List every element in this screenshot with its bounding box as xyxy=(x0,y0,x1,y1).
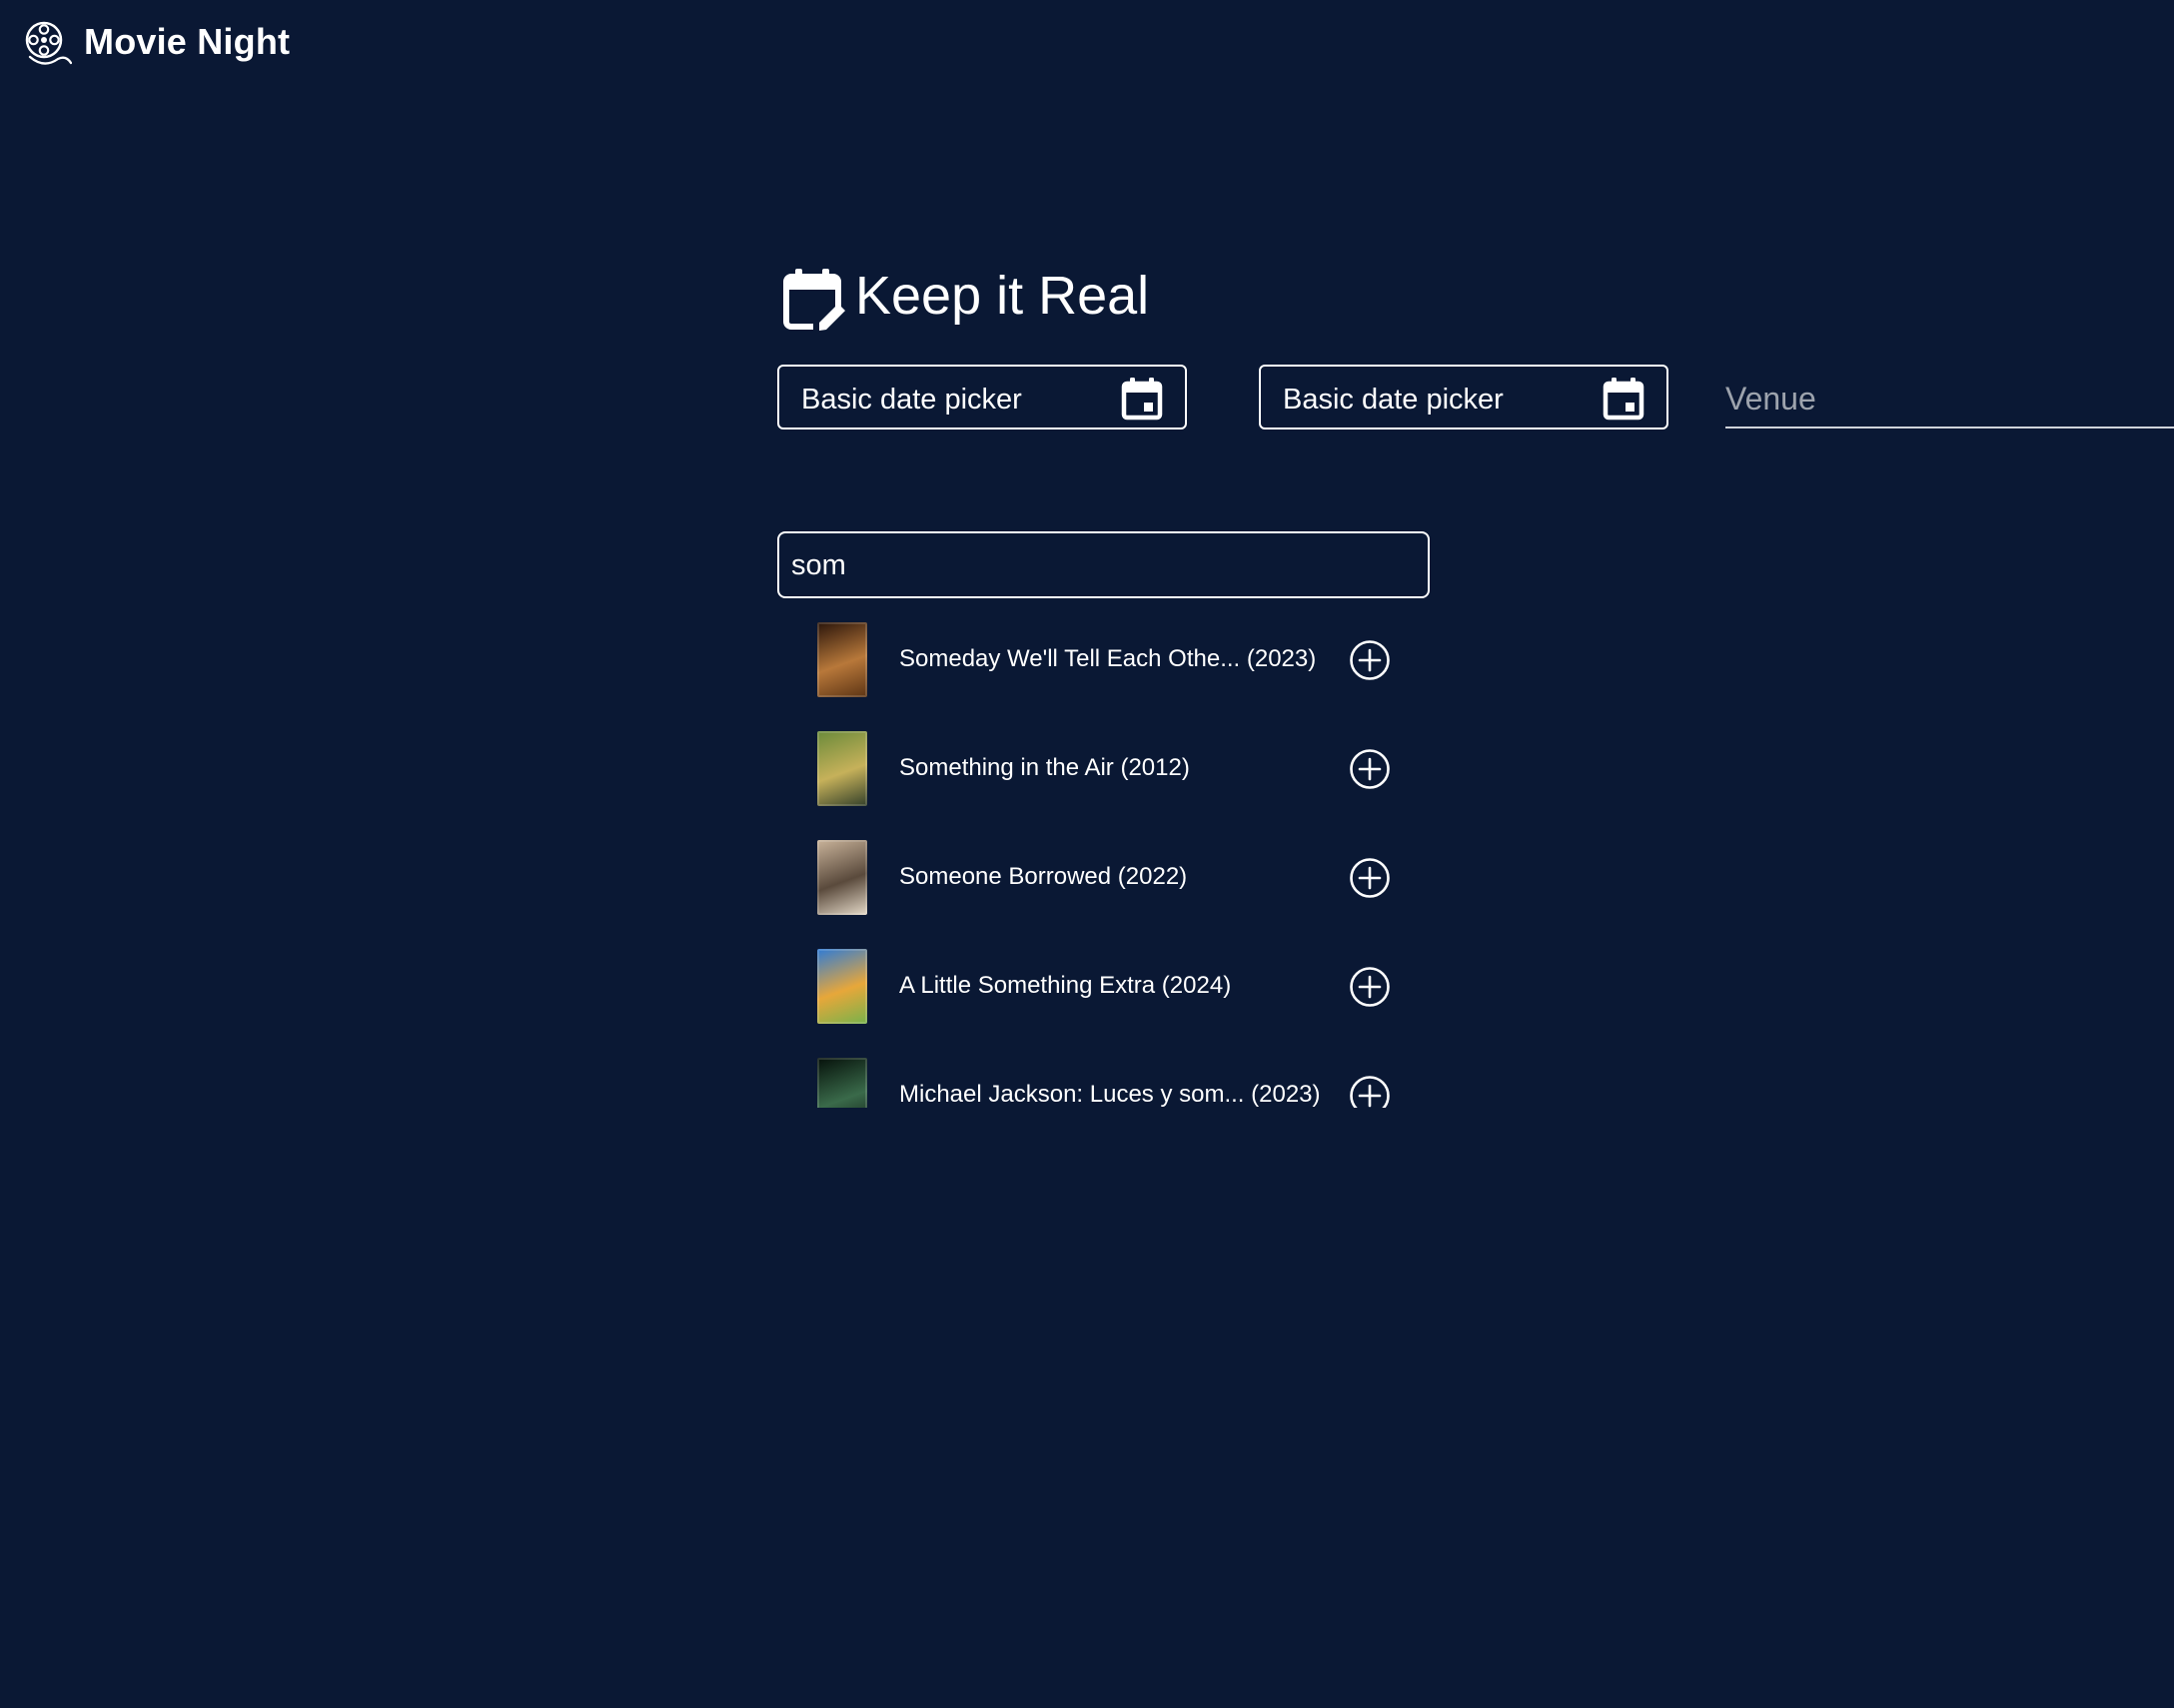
calendar-edit-icon xyxy=(779,265,849,336)
add-circle-icon[interactable] xyxy=(1349,748,1391,790)
list-item[interactable]: Something in the Air (2012) xyxy=(777,723,1430,806)
event-title: Keep it Real xyxy=(855,266,1150,327)
movie-poster xyxy=(817,1058,867,1108)
list-item[interactable]: A Little Something Extra (2024) xyxy=(777,941,1430,1024)
movie-title: Something in the Air (2012) xyxy=(899,754,1190,781)
app-bar: Movie Night xyxy=(0,0,2174,88)
add-circle-icon[interactable] xyxy=(1349,966,1391,1008)
movie-poster xyxy=(817,731,867,806)
start-date-label: Basic date picker xyxy=(801,384,1022,416)
calendar-icon[interactable] xyxy=(1601,376,1646,422)
movie-poster xyxy=(817,840,867,915)
search-results-list: Someday We'll Tell Each Othe... (2023) S… xyxy=(777,614,1430,1108)
list-item[interactable]: Someday We'll Tell Each Othe... (2023) xyxy=(777,614,1430,697)
movie-title: Someday We'll Tell Each Othe... (2023) xyxy=(899,645,1317,672)
movie-search-input[interactable] xyxy=(791,546,1411,584)
movie-title: A Little Something Extra (2024) xyxy=(899,972,1232,999)
add-circle-icon[interactable] xyxy=(1349,1075,1391,1108)
movie-poster xyxy=(817,949,867,1024)
add-circle-icon[interactable] xyxy=(1349,639,1391,681)
movie-search-field xyxy=(777,531,1430,598)
film-reel-icon[interactable] xyxy=(22,19,73,69)
movie-poster xyxy=(817,622,867,697)
venue-field xyxy=(1725,365,2174,428)
event-heading: Keep it Real xyxy=(779,232,1149,368)
calendar-icon[interactable] xyxy=(1119,376,1165,422)
movie-title: Michael Jackson: Luces y som... (2023) xyxy=(899,1081,1321,1108)
start-date-picker[interactable]: Basic date picker xyxy=(777,365,1187,429)
end-date-label: Basic date picker xyxy=(1283,384,1504,416)
add-circle-icon[interactable] xyxy=(1349,857,1391,899)
app-title[interactable]: Movie Night xyxy=(84,20,290,64)
venue-input[interactable] xyxy=(1725,379,2165,419)
list-item[interactable]: Someone Borrowed (2022) xyxy=(777,832,1430,915)
end-date-picker[interactable]: Basic date picker xyxy=(1259,365,1668,429)
movie-title: Someone Borrowed (2022) xyxy=(899,863,1188,890)
list-item[interactable]: Michael Jackson: Luces y som... (2023) xyxy=(777,1050,1430,1108)
